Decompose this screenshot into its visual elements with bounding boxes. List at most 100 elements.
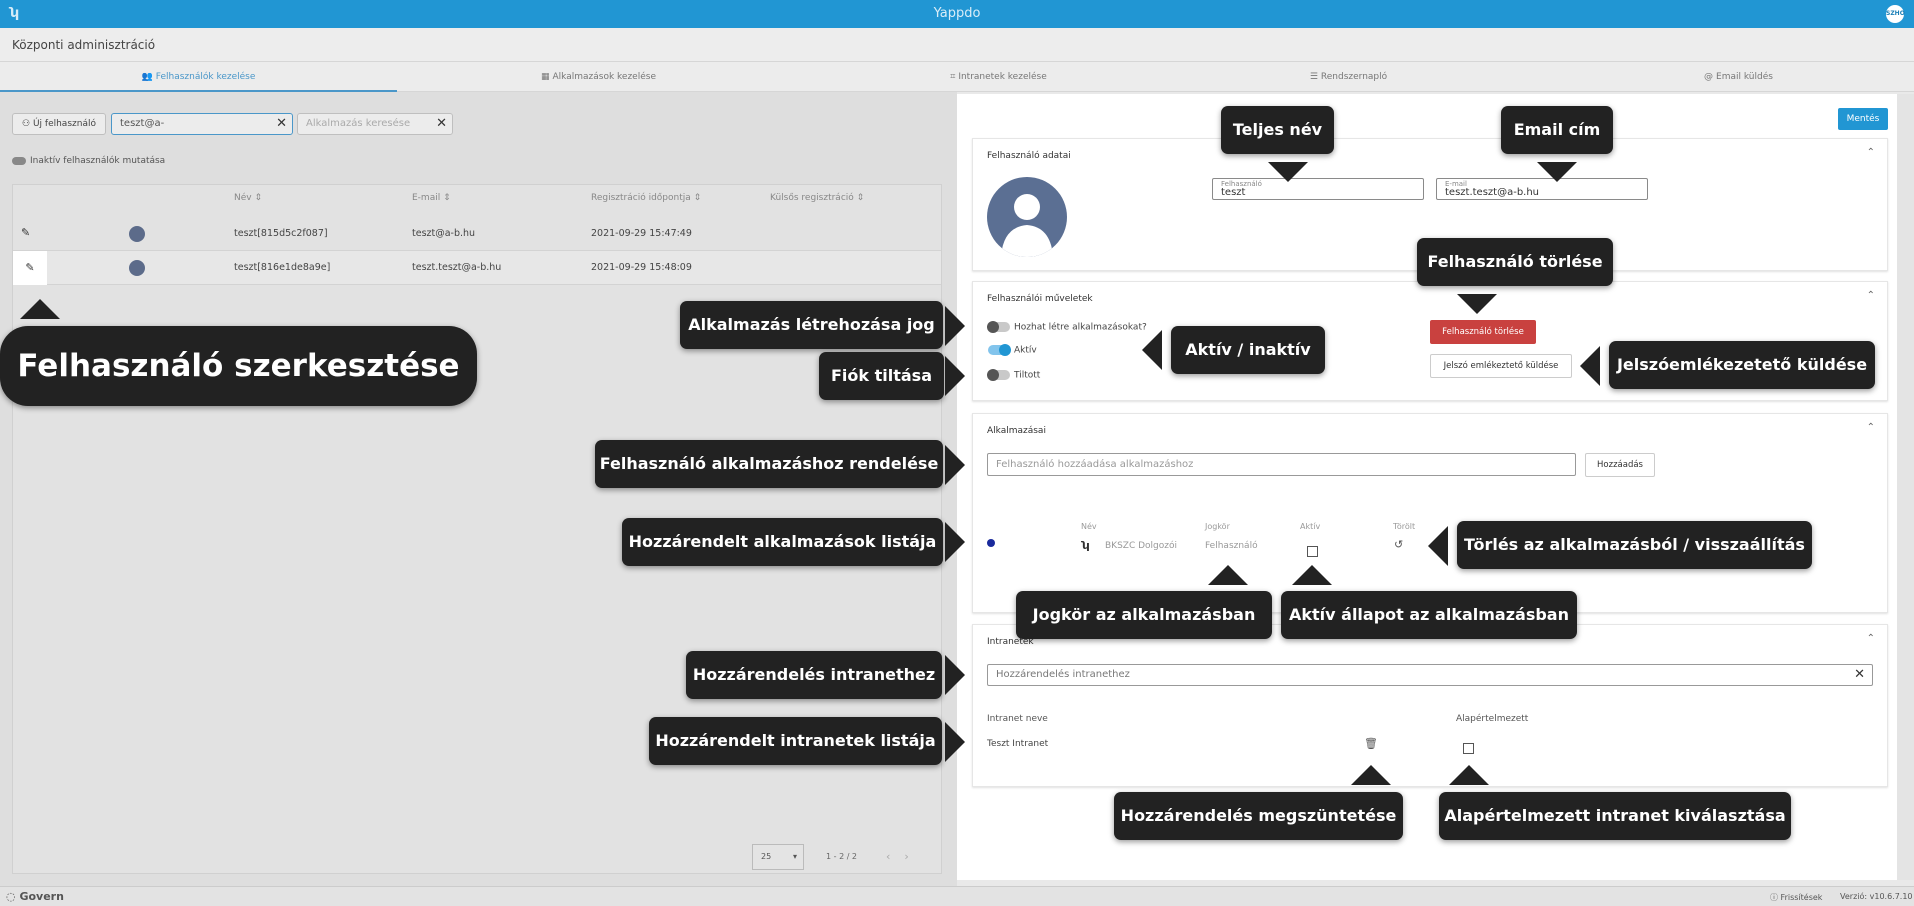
avatar: [129, 226, 145, 242]
active-toggle[interactable]: Aktív: [988, 344, 1037, 356]
show-inactive-label: Inaktív felhasználók mutatása: [30, 156, 166, 166]
app-search-input[interactable]: Alkalmazás keresése ✕: [297, 113, 453, 135]
collapse-icon[interactable]: ⌃: [1867, 422, 1875, 433]
user-data-header: Felhasználó adatai: [987, 151, 1071, 161]
username-field[interactable]: Felhasználó teszt: [1212, 178, 1424, 200]
apps-card: Alkalmazásai ⌃: [972, 413, 1888, 613]
toggle-switch[interactable]: [987, 369, 1010, 381]
apps-col-role: Jogkör: [1205, 522, 1230, 531]
col-name[interactable]: Név ⇕: [234, 193, 262, 203]
app-row-role[interactable]: Felhasználó: [1205, 541, 1258, 551]
top-bar: ʮ Yappdo SZHO: [0, 0, 1914, 28]
page-info: 1 - 2 / 2: [826, 852, 858, 861]
apps-col-name: Név: [1081, 522, 1097, 531]
apps-col-deleted: Törölt: [1393, 522, 1416, 531]
row-name: teszt[815d5c2f087]: [234, 228, 328, 239]
callout-arrow: [1292, 565, 1332, 585]
toggle-switch[interactable]: [12, 156, 26, 165]
callout-arrow: [1208, 565, 1248, 585]
table-row[interactable]: ✎ teszt[816e1de8a9e] teszt.teszt@a-b.hu …: [13, 251, 941, 285]
page-size-select[interactable]: 25 ▾: [752, 844, 804, 870]
toggle-switch[interactable]: [988, 344, 1011, 356]
callout-assigned-apps: Hozzárendelt alkalmazások listája: [622, 518, 943, 566]
assign-intranet-input[interactable]: Hozzárendelés intranethez ✕: [987, 664, 1873, 686]
assign-intranet-placeholder: Hozzárendelés intranethez: [996, 669, 1130, 680]
new-user-label: Új felhasználó: [32, 119, 96, 129]
trash-icon[interactable]: 🗑: [1364, 737, 1378, 750]
network-icon: ⌗: [950, 72, 956, 82]
pager-nav: ‹›: [886, 850, 923, 863]
default-intranet-checkbox[interactable]: [1463, 743, 1474, 754]
info-icon: ⓘ: [1770, 893, 1781, 902]
tab-intranets-label: Intranetek kezelése: [958, 72, 1047, 82]
show-inactive-toggle[interactable]: Inaktív felhasználók mutatása: [12, 156, 165, 166]
can-create-apps-toggle[interactable]: Hozhat létre alkalmazásokat?: [987, 321, 1147, 333]
page-subheader: Központi adminisztráció: [0, 28, 1914, 62]
email-value: teszt.teszt@a-b.hu: [1445, 187, 1540, 198]
save-button[interactable]: Mentés: [1838, 108, 1888, 130]
new-user-button[interactable]: ⚇ Új felhasználó: [12, 113, 106, 135]
callout-delete-user: Felhasználó törlése: [1417, 238, 1613, 286]
tab-email-label: Email küldés: [1716, 72, 1773, 82]
tab-apps[interactable]: ▦ Alkalmazások kezelése: [400, 62, 797, 92]
clear-app-search-icon[interactable]: ✕: [436, 114, 447, 134]
tab-users-label: Felhasználók kezelése: [155, 72, 256, 82]
clear-intranet-icon[interactable]: ✕: [1854, 665, 1865, 685]
col-registered[interactable]: Regisztráció időpontja ⇕: [591, 193, 701, 203]
callout-default-intranet: Alapértelmezett intranet kiválasztása: [1439, 792, 1791, 840]
app-title: Yappdo: [933, 6, 981, 21]
tab-users[interactable]: 👥 Felhasználók kezelése: [0, 62, 397, 92]
username-value: teszt: [1221, 187, 1246, 198]
callout-full-name: Teljes név: [1221, 106, 1334, 154]
callout-edit-user: Felhasználó szerkesztése: [0, 326, 477, 406]
user-search-input[interactable]: teszt@a- ✕: [111, 113, 293, 135]
app-logo-icon: ʮ: [1082, 539, 1090, 552]
user-ops-header: Felhasználói műveletek: [987, 294, 1093, 304]
edit-pencil-icon[interactable]: ✎: [13, 251, 47, 285]
add-to-app-input[interactable]: Felhasználó hozzáadása alkalmazáshoz: [987, 453, 1576, 476]
delete-user-button[interactable]: Felhasználó törlése: [1430, 320, 1536, 344]
callout-app-role: Jogkör az alkalmazásban: [1016, 591, 1272, 639]
grid-icon: ▦: [541, 72, 550, 82]
table-row[interactable]: ✎ teszt[815d5c2f087] teszt@a-b.hu 2021-0…: [13, 217, 941, 251]
apps-header: Alkalmazásai: [987, 426, 1046, 436]
toggle-switch[interactable]: [987, 321, 1010, 333]
row-registered: 2021-09-29 15:48:09: [591, 262, 692, 273]
col-external[interactable]: Külsős regisztráció ⇕: [770, 193, 864, 203]
banned-toggle[interactable]: Tiltott: [987, 369, 1040, 381]
collapse-icon[interactable]: ⌃: [1867, 290, 1875, 301]
add-to-app-button[interactable]: Hozzáadás: [1585, 453, 1655, 477]
callout-arrow: [945, 356, 965, 396]
callout-arrow: [1580, 346, 1600, 386]
callout-remove-assignment: Hozzárendelés megszüntetése: [1114, 792, 1403, 840]
row-name: teszt[816e1de8a9e]: [234, 262, 331, 273]
callout-email: Email cím: [1501, 106, 1613, 154]
tab-syslog[interactable]: ☰ Rendszernapló: [1150, 62, 1547, 92]
col-external-label: Külsős regisztráció: [770, 193, 854, 203]
collapse-icon[interactable]: ⌃: [1867, 147, 1875, 158]
app-color-dot: [987, 539, 995, 547]
send-reminder-button[interactable]: Jelszó emlékeztető küldése: [1430, 354, 1572, 378]
intranets-col-name: Intranet neve: [987, 714, 1048, 724]
callout-delete-restore: Törlés az alkalmazásból / visszaállítás: [1457, 521, 1812, 569]
app-active-checkbox[interactable]: [1307, 546, 1318, 557]
row-email: teszt@a-b.hu: [412, 228, 476, 239]
restore-icon[interactable]: ↺: [1394, 538, 1403, 551]
next-page-icon[interactable]: ›: [904, 850, 922, 863]
callout-arrow: [1537, 162, 1577, 182]
profile-avatar: [987, 177, 1067, 257]
updates-link[interactable]: ⓘ Frissítések: [1770, 892, 1822, 903]
tab-email[interactable]: @ Email küldés: [1540, 62, 1914, 92]
callout-arrow: [1428, 526, 1448, 566]
tab-intranets[interactable]: ⌗ Intranetek kezelése: [800, 62, 1197, 92]
collapse-icon[interactable]: ⌃: [1867, 633, 1875, 644]
col-email[interactable]: E-mail ⇕: [412, 193, 451, 203]
dialog-scrollbar[interactable]: [1897, 94, 1914, 880]
prev-page-icon[interactable]: ‹: [886, 850, 904, 863]
callout-assigned-intranets: Hozzárendelt intranetek listája: [649, 717, 942, 765]
clear-search-icon[interactable]: ✕: [276, 114, 287, 134]
callout-arrow: [1268, 162, 1308, 182]
callout-arrow: [945, 522, 965, 562]
edit-pencil-icon[interactable]: ✎: [21, 226, 30, 239]
user-avatar[interactable]: SZHO: [1886, 5, 1905, 23]
